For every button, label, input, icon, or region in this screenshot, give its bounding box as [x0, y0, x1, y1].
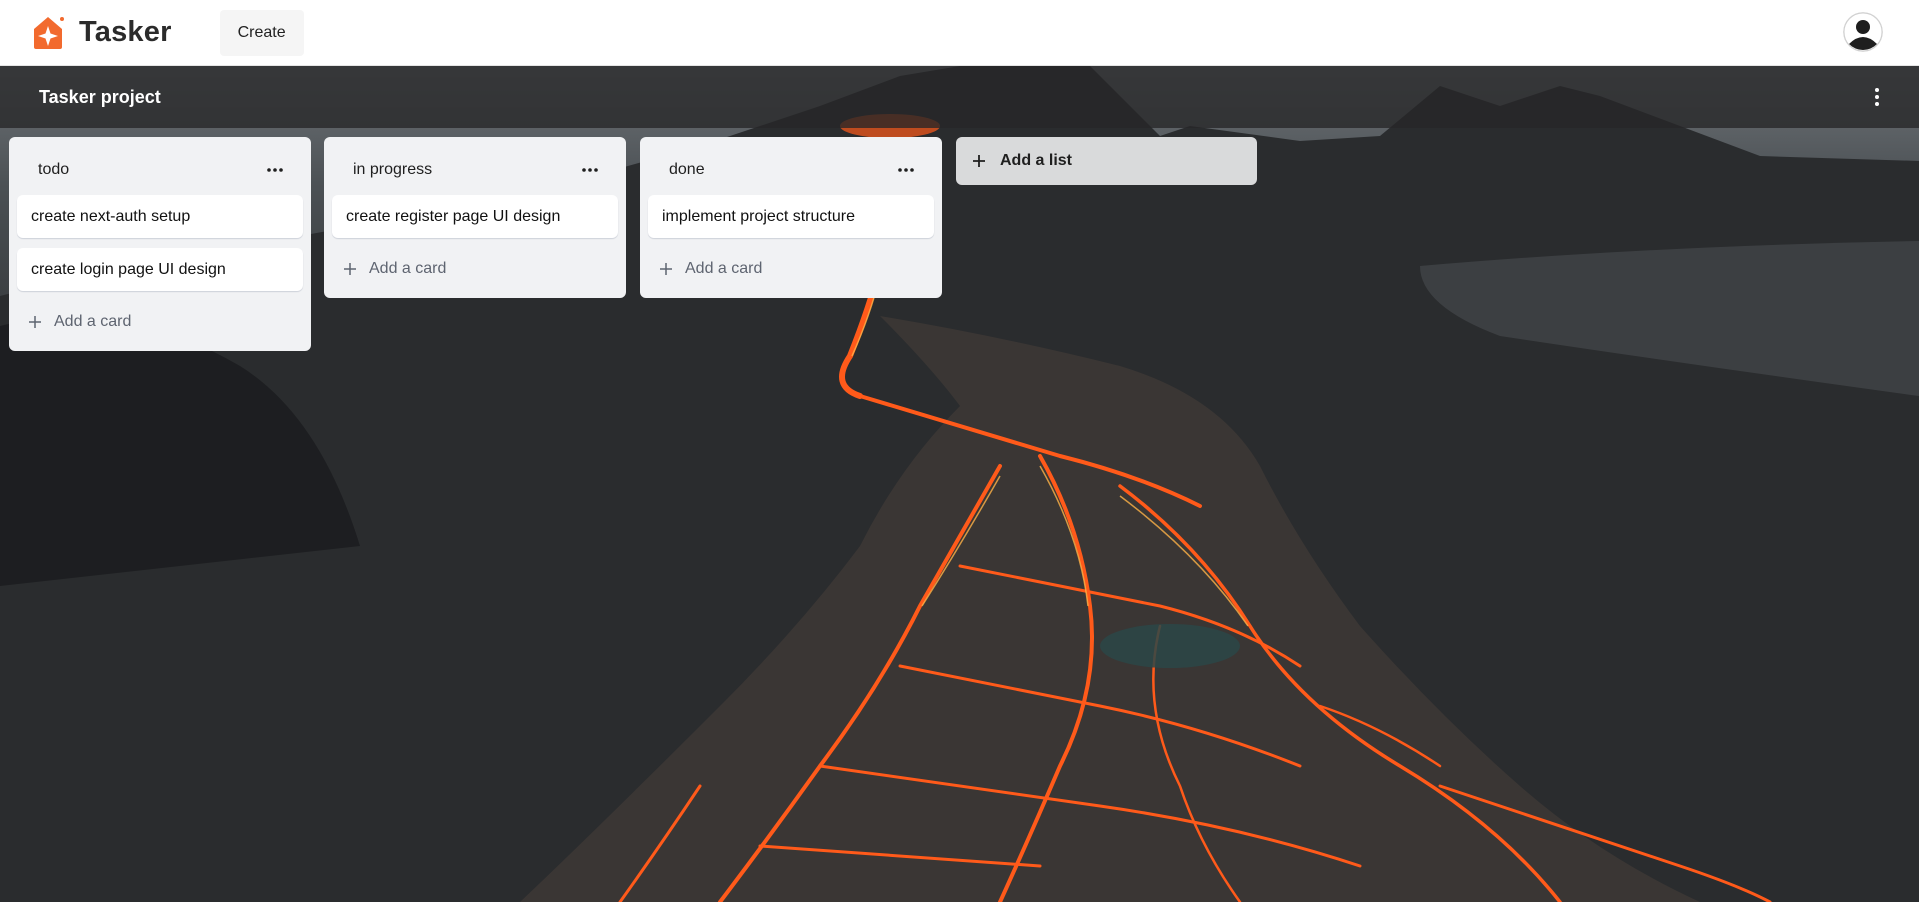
list-card[interactable]: create register page UI design: [332, 195, 618, 238]
board-title[interactable]: Tasker project: [39, 87, 161, 108]
brand-name: Tasker: [79, 16, 172, 48]
list-header: in progress: [332, 145, 618, 195]
vertical-dots-icon[interactable]: [1865, 85, 1889, 109]
add-list-button[interactable]: Add a list: [956, 137, 1257, 185]
plus-icon: [973, 155, 985, 167]
plus-icon: [660, 263, 672, 275]
list-menu-svg: [267, 168, 283, 172]
top-navbar: Tasker Create: [0, 0, 1919, 66]
list-card[interactable]: create next-auth setup: [17, 195, 303, 238]
list-title[interactable]: done: [669, 161, 705, 179]
list-in-progress: in progress create register page UI desi…: [324, 137, 626, 298]
horizontal-dots-icon[interactable]: [578, 158, 602, 182]
create-button[interactable]: Create: [219, 9, 304, 56]
list-header: todo: [17, 145, 303, 195]
list-card[interactable]: create login page UI design: [17, 248, 303, 291]
add-card-button[interactable]: Add a card: [648, 248, 934, 290]
brand-logo[interactable]: Tasker: [29, 14, 172, 52]
user-avatar-icon[interactable]: [1843, 12, 1883, 52]
add-list-label: Add a list: [1000, 152, 1073, 169]
list-title[interactable]: todo: [38, 161, 69, 179]
list-menu-svg: [898, 168, 914, 172]
board-menu-svg: [1875, 88, 1879, 106]
horizontal-dots-icon[interactable]: [263, 158, 287, 182]
horizontal-dots-icon[interactable]: [894, 158, 918, 182]
add-card-label: Add a card: [369, 260, 447, 277]
list-title[interactable]: in progress: [353, 161, 432, 179]
list-header: done: [648, 145, 934, 195]
list-todo: todo create next-auth setup create login…: [9, 137, 311, 351]
plus-icon: [29, 316, 41, 328]
add-card-label: Add a card: [54, 313, 132, 330]
list-menu-svg: [582, 168, 598, 172]
list-card[interactable]: implement project structure: [648, 195, 934, 238]
user-avatar-svg: [1843, 12, 1883, 52]
add-card-button[interactable]: Add a card: [332, 248, 618, 290]
list-done: done implement project structure Add a c…: [640, 137, 942, 298]
tasker-logo-icon: [34, 16, 64, 49]
add-card-label: Add a card: [685, 260, 763, 277]
plus-icon: [344, 263, 356, 275]
add-card-button[interactable]: Add a card: [17, 301, 303, 343]
board-header: Tasker project: [0, 66, 1919, 128]
